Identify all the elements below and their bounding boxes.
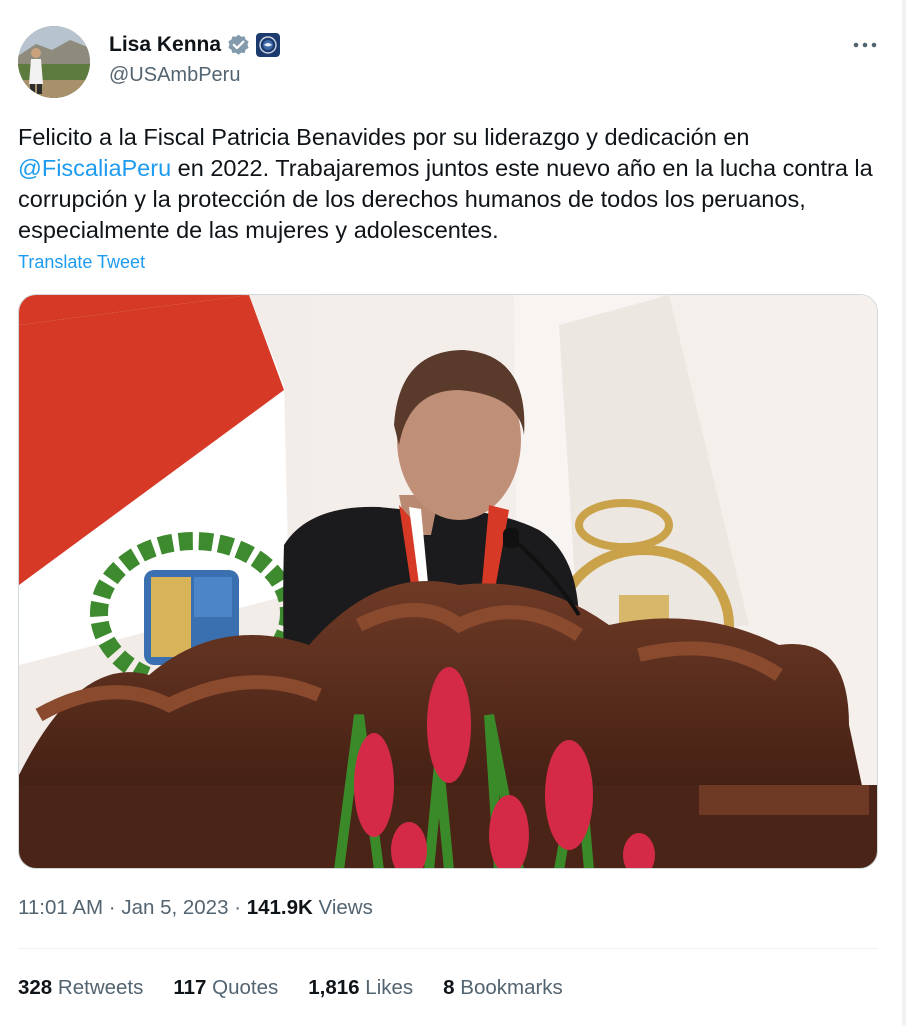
- avatar[interactable]: [18, 26, 90, 98]
- stat-count: 1,816: [308, 976, 360, 999]
- bookmarks-stat[interactable]: 8 Bookmarks: [443, 976, 563, 1000]
- more-options-icon[interactable]: [852, 32, 878, 52]
- mention-link[interactable]: @FiscaliaPeru: [18, 155, 171, 181]
- verified-badge-icon: [226, 33, 251, 58]
- stat-label: Likes: [365, 976, 414, 999]
- us-government-seal-icon[interactable]: [256, 33, 281, 57]
- tweet-photo[interactable]: [18, 294, 878, 869]
- stat-label: Bookmarks: [460, 976, 563, 999]
- tweet-time[interactable]: 11:01 AM: [18, 896, 103, 919]
- author-handle[interactable]: @USAmbPeru: [109, 64, 240, 87]
- stat-count: 328: [18, 976, 53, 999]
- name-row: Lisa Kenna: [109, 31, 281, 59]
- meta-separator: ·: [108, 896, 116, 919]
- views-count: 141.9K: [246, 896, 313, 919]
- stat-count: 8: [443, 976, 455, 999]
- meta-separator: ·: [234, 896, 242, 919]
- tweet-text-part: Felicito a la Fiscal Patricia Benavides …: [18, 124, 750, 150]
- tweet-date[interactable]: Jan 5, 2023: [121, 896, 228, 919]
- retweets-stat[interactable]: 328 Retweets: [18, 976, 143, 1000]
- likes-stat[interactable]: 1,816 Likes: [308, 976, 413, 1000]
- stat-label: Quotes: [212, 976, 279, 999]
- photo-woman-at-carved-podium-with-peru-flag: [19, 295, 877, 868]
- scrollbar-track: [902, 0, 906, 1025]
- author-name[interactable]: Lisa Kenna: [109, 33, 221, 57]
- tweet-header: Lisa Kenna @USAmbPeru: [18, 26, 888, 100]
- stat-count: 117: [173, 976, 207, 999]
- quotes-stat[interactable]: 117 Quotes: [173, 976, 278, 1000]
- stat-label: Retweets: [57, 976, 144, 999]
- tweet-text: Felicito a la Fiscal Patricia Benavides …: [18, 122, 878, 246]
- views-label: Views: [318, 896, 373, 919]
- divider: [18, 948, 878, 949]
- translate-tweet-link[interactable]: Translate Tweet: [18, 252, 145, 273]
- tweet-meta: 11:01 AM · Jan 5, 2023 · 141.9K Views: [18, 896, 373, 920]
- engagement-stats: 328 Retweets 117 Quotes 1,816 Likes 8 Bo…: [18, 976, 593, 1000]
